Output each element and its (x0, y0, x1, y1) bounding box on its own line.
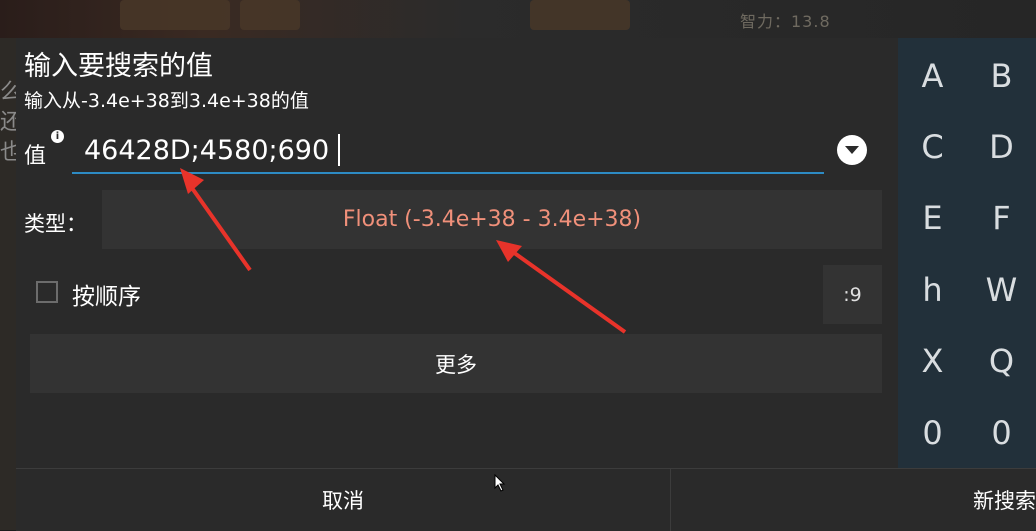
type-select[interactable]: Float (-3.4e+38 - 3.4e+38) (102, 190, 882, 249)
mouse-cursor-icon (494, 474, 506, 492)
background-left-text: 么还也 (0, 80, 16, 165)
value-input[interactable] (72, 128, 824, 174)
keypad-key-e[interactable]: E (898, 182, 967, 253)
background-app-strip: 智力：13.8 (0, 0, 1036, 38)
background-tile (120, 0, 230, 30)
more-button[interactable]: 更多 (30, 334, 882, 393)
cancel-button[interactable]: 取消 (16, 469, 671, 531)
search-value-dialog: 输入要搜索的值 输入从-3.4e+38到3.4e+38的值 值 i 类型： Fl… (16, 38, 1036, 531)
text-caret (338, 134, 340, 166)
keypad-key-w[interactable]: W (967, 254, 1036, 325)
keypad-key-h[interactable]: h (898, 254, 967, 325)
type-label: 类型： (24, 212, 87, 236)
order-label[interactable]: 按顺序 (72, 277, 141, 311)
chevron-down-icon (845, 146, 859, 154)
keypad-key-x[interactable]: X (898, 325, 967, 396)
background-left-edge: 么还也 (0, 38, 16, 530)
keypad-key-b[interactable]: B (967, 40, 1036, 111)
background-tile (530, 0, 630, 30)
background-text: 智力：13.8 (740, 12, 831, 31)
keypad-key-q[interactable]: Q (967, 325, 1036, 396)
dialog-title: 输入要搜索的值 (24, 51, 213, 82)
new-search-button[interactable]: 新搜索 (671, 469, 1036, 531)
background-tile (240, 0, 300, 30)
dialog-footer: 取消 新搜索 (16, 468, 1036, 531)
keypad-key-c[interactable]: C (898, 111, 967, 182)
keypad-key-a[interactable]: A (898, 40, 967, 111)
history-dropdown-button[interactable] (837, 135, 867, 165)
info-icon[interactable]: i (51, 130, 64, 143)
keypad-key-d[interactable]: D (967, 111, 1036, 182)
keypad-key-0-alt[interactable]: 0 (967, 397, 1036, 468)
count-field[interactable]: :9 (823, 265, 882, 324)
order-checkbox[interactable] (36, 281, 58, 303)
hex-keypad: A B C D E F h W X Q 0 0 (898, 38, 1036, 468)
keypad-key-0[interactable]: 0 (898, 397, 967, 468)
value-label: 值 (24, 144, 47, 169)
dialog-subtitle: 输入从-3.4e+38到3.4e+38的值 (24, 90, 309, 112)
keypad-key-f[interactable]: F (967, 182, 1036, 253)
